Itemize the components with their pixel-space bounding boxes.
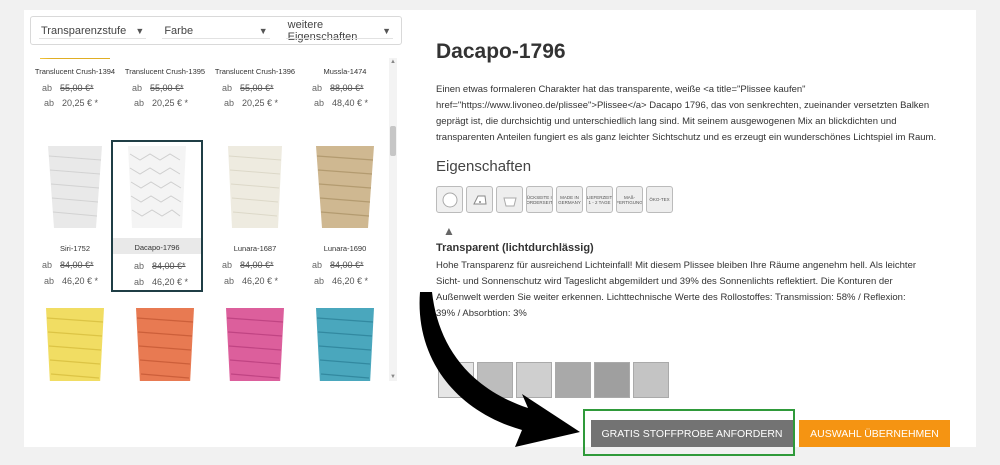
request-sample-button[interactable]: GRATIS STOFFPROBE ANFORDERN [591,420,793,447]
annotation-arrow-icon [419,292,580,447]
apply-selection-button[interactable]: AUSWAHL ÜBERNEHMEN [799,420,950,447]
